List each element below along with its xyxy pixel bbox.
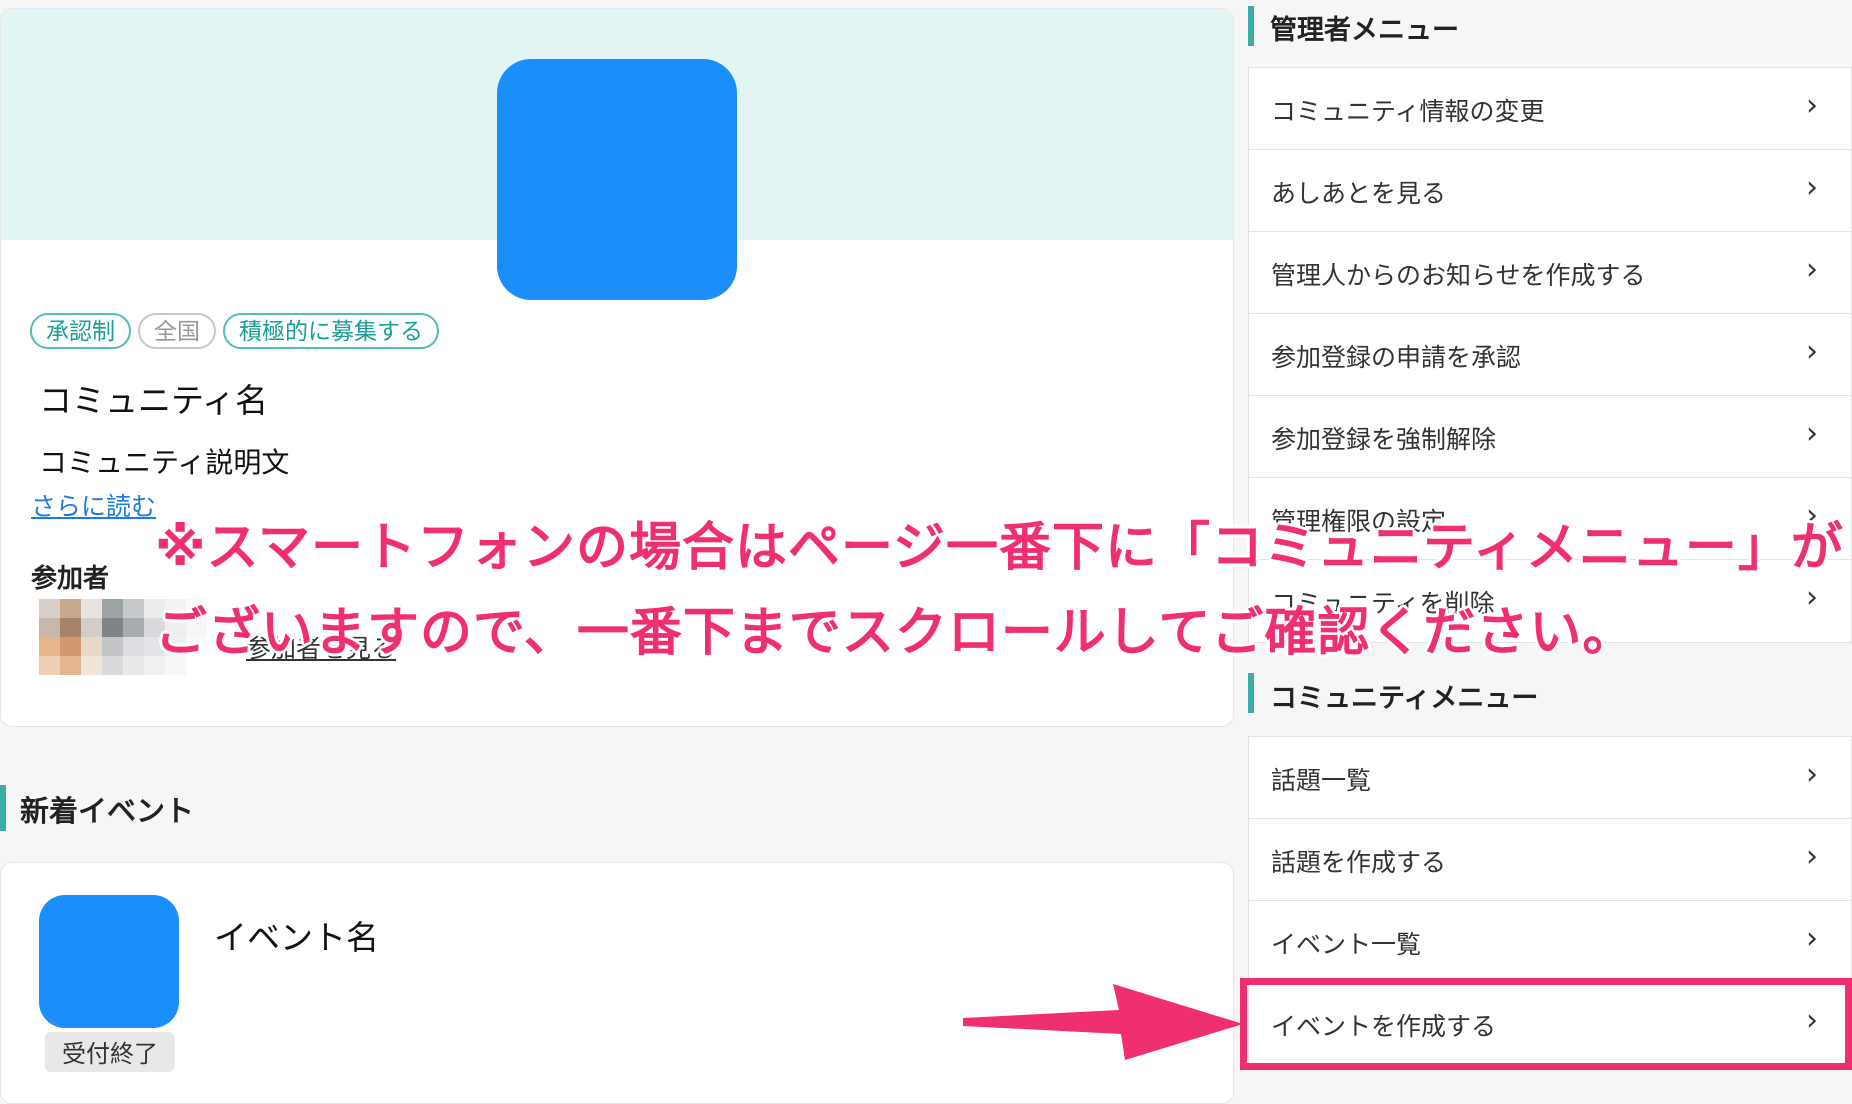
menu-item-label: 話題を作成する — [1271, 848, 1447, 877]
menu-item-label: 参加登録の申請を承認 — [1271, 343, 1522, 372]
menu-item-label: 参加登録を強制解除 — [1271, 425, 1497, 454]
community-menu: 話題一覧 › 話題を作成する › イベント一覧 › イベントを作成する › — [1248, 736, 1852, 1066]
chevron-right-icon: › — [1806, 580, 1818, 615]
chevron-right-icon: › — [1806, 252, 1818, 287]
menu-item-label: イベントを作成する — [1271, 1012, 1497, 1041]
community-tags: 承認制 全国 積極的に募集する — [30, 313, 439, 349]
menu-item-create-event[interactable]: イベントを作成する › — [1249, 983, 1851, 1065]
menu-item-topics[interactable]: 話題一覧 › — [1249, 737, 1851, 819]
chevron-right-icon: › — [1806, 839, 1818, 874]
menu-item-footprints[interactable]: あしあとを見る › — [1249, 150, 1851, 232]
chevron-right-icon: › — [1806, 1003, 1818, 1038]
menu-item-events[interactable]: イベント一覧 › — [1249, 901, 1851, 983]
community-menu-title: コミュニティメニュー — [1270, 683, 1539, 714]
tag-approval: 承認制 — [30, 313, 131, 349]
menu-item-label: 管理人からのお知らせを作成する — [1271, 261, 1646, 290]
annotation-line-1: ※スマートフォンの場合はページ一番下に「コミュニティメニュー」が — [155, 518, 1844, 578]
event-status-badge: 受付終了 — [45, 1032, 175, 1072]
community-menu-bar — [1248, 673, 1254, 713]
arrow-right-icon — [963, 984, 1243, 1060]
menu-item-force-remove[interactable]: 参加登録を強制解除 › — [1249, 396, 1851, 478]
menu-item-edit-community[interactable]: コミュニティ情報の変更 › — [1249, 68, 1851, 150]
menu-item-label: コミュニティ情報の変更 — [1271, 97, 1545, 126]
chevron-right-icon: › — [1806, 416, 1818, 451]
community-description: コミュニティ説明文 — [39, 446, 290, 479]
tag-region: 全国 — [138, 313, 216, 349]
menu-item-approve-requests[interactable]: 参加登録の申請を承認 › — [1249, 314, 1851, 396]
community-icon — [497, 59, 737, 300]
admin-menu-bar — [1248, 6, 1254, 46]
community-name: コミュニティ名 — [39, 381, 269, 420]
admin-menu-title: 管理者メニュー — [1270, 15, 1459, 46]
tag-recruiting: 積極的に募集する — [223, 313, 439, 349]
read-more-link[interactable]: さらに読む — [31, 487, 156, 523]
events-section-bar — [0, 785, 6, 831]
members-label: 参加者 — [31, 564, 110, 594]
event-icon — [39, 895, 179, 1028]
menu-item-create-notice[interactable]: 管理人からのお知らせを作成する › — [1249, 232, 1851, 314]
events-section-title: 新着イベント — [20, 794, 195, 828]
event-name: イベント名 — [214, 918, 379, 957]
annotation-line-2: ございますので、一番下までスクロールしてご確認ください。 — [155, 603, 1636, 663]
chevron-right-icon: › — [1806, 921, 1818, 956]
menu-item-create-topic[interactable]: 話題を作成する › — [1249, 819, 1851, 901]
chevron-right-icon: › — [1806, 757, 1818, 792]
chevron-right-icon: › — [1806, 334, 1818, 369]
chevron-right-icon: › — [1806, 170, 1818, 205]
menu-item-label: イベント一覧 — [1271, 930, 1422, 959]
chevron-right-icon: › — [1806, 88, 1818, 123]
menu-item-label: あしあとを見る — [1271, 179, 1447, 208]
menu-item-label: 話題一覧 — [1271, 766, 1372, 795]
